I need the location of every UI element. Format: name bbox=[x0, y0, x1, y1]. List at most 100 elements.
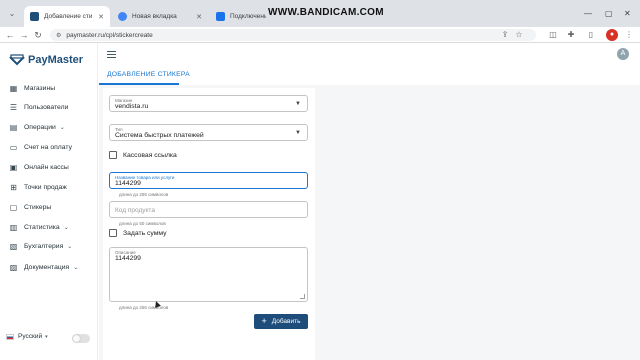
bookmark-star-icon[interactable]: ☆ bbox=[514, 30, 524, 40]
checkbox-box[interactable] bbox=[109, 151, 117, 159]
sidebar-item-online-cash[interactable]: ▣ Онлайн кассы bbox=[9, 161, 69, 173]
product-code-input[interactable]: Код продукта bbox=[109, 201, 308, 218]
tab-search-icon[interactable]: ⌄ bbox=[6, 8, 18, 20]
sidebar-item-stickers[interactable]: ▢ Стикеры bbox=[9, 201, 52, 213]
sidebar-item-accounting[interactable]: ▧ Бухгалтерия ⌄ bbox=[9, 240, 73, 252]
russia-flag-icon bbox=[6, 333, 14, 340]
browser-tab[interactable]: Подключение спо bbox=[210, 6, 272, 27]
page-tab-add-sticker[interactable]: ДОБАВЛЕНИЕ СТИКЕРА bbox=[107, 71, 190, 78]
close-tab-icon[interactable]: ✕ bbox=[98, 13, 104, 21]
sidebar-item-label: Стикеры bbox=[24, 203, 52, 211]
type-select[interactable]: Тип Система быстрых платежей ▼ bbox=[109, 124, 308, 141]
dropdown-arrow-icon: ▼ bbox=[295, 130, 301, 136]
sidebar-item-label: Счет на оплату bbox=[24, 143, 72, 151]
close-window-icon[interactable]: ✕ bbox=[624, 9, 631, 18]
sidebar-item-label: Бухгалтерия bbox=[24, 242, 64, 250]
description-textarea[interactable]: Описание 1144299 bbox=[109, 247, 308, 302]
top-bar: A ДОБАВЛЕНИЕ СТИКЕРА bbox=[99, 43, 640, 85]
sidebar-item-sales-points[interactable]: ⊞ Точки продаж bbox=[9, 181, 67, 193]
sidebar-item-stores[interactable]: ▦ Магазины bbox=[9, 82, 55, 94]
chrome-favicon-icon bbox=[118, 12, 127, 21]
cash-register-icon: ▣ bbox=[9, 162, 18, 172]
bandicam-watermark: WWW.BANDICAM.COM bbox=[268, 7, 384, 18]
menu-icon[interactable] bbox=[107, 51, 116, 58]
chevron-down-icon: ⌄ bbox=[67, 243, 73, 250]
browser-toolbar: ← → ↻ ⚙ paymaster.ru/cpl/stickercreate ⇪… bbox=[0, 27, 640, 43]
sidebar-item-label: Пользователи bbox=[24, 103, 69, 111]
paymaster-logo-icon bbox=[9, 54, 25, 66]
add-button-label: Добавить bbox=[271, 318, 301, 325]
url-text: paymaster.ru/cpl/stickercreate bbox=[66, 31, 153, 39]
docs-favicon-icon bbox=[216, 12, 225, 21]
sidebar-item-label: Операции bbox=[24, 123, 56, 131]
tab-title: Подключение спо bbox=[230, 13, 266, 20]
resize-handle-icon[interactable] bbox=[300, 294, 305, 299]
back-icon[interactable]: ← bbox=[4, 29, 16, 41]
language-label: Русский bbox=[18, 333, 43, 340]
tab-title: Новая вкладка bbox=[132, 13, 177, 20]
store-icon: ▦ bbox=[9, 83, 18, 93]
cash-link-checkbox[interactable]: Кассовая ссылка bbox=[109, 151, 177, 159]
site-info-icon[interactable]: ⚙ bbox=[56, 32, 61, 39]
product-name-helper: длина до 255 символов bbox=[119, 192, 169, 197]
checkbox-box[interactable] bbox=[109, 229, 117, 237]
product-code-placeholder: Код продукта bbox=[115, 207, 155, 214]
docs-icon: ▨ bbox=[9, 262, 18, 272]
sidebar-item-label: Точки продаж bbox=[24, 183, 67, 191]
chevron-down-icon: ⌄ bbox=[59, 124, 65, 131]
paymaster-favicon-icon bbox=[30, 12, 39, 21]
sidebar-item-label: Магазины bbox=[24, 84, 56, 92]
dropdown-arrow-icon: ▼ bbox=[295, 101, 301, 107]
address-bar[interactable]: ⚙ paymaster.ru/cpl/stickercreate bbox=[50, 29, 536, 41]
sticker-form: Магазин vendista.ru ▼ Тип Система быстры… bbox=[103, 88, 315, 360]
theme-toggle[interactable] bbox=[72, 334, 90, 343]
accounting-icon: ▧ bbox=[9, 241, 18, 251]
browser-tab-active[interactable]: Добавление стикера ✕ bbox=[24, 6, 110, 27]
share-icon[interactable]: ⇪ bbox=[500, 30, 510, 40]
app: PayMaster ▦ Магазины ☰ Пользователи ▤ Оп… bbox=[0, 43, 640, 360]
sales-point-icon: ⊞ bbox=[10, 182, 17, 192]
sidebar: PayMaster ▦ Магазины ☰ Пользователи ▤ Оп… bbox=[0, 43, 98, 360]
set-amount-checkbox[interactable]: Задать сумму bbox=[109, 229, 167, 237]
maximize-icon[interactable]: ▢ bbox=[605, 9, 613, 18]
close-tab-icon[interactable]: ✕ bbox=[196, 13, 202, 21]
side-panel-icon[interactable]: ▯ bbox=[586, 30, 596, 40]
browser-tab-strip: ⌄ Добавление стикера ✕ Новая вкладка ✕ П… bbox=[0, 0, 640, 27]
sidebar-item-operations[interactable]: ▤ Операции ⌄ bbox=[9, 121, 65, 133]
set-amount-label: Задать сумму bbox=[123, 229, 167, 237]
sidebar-item-label: Онлайн кассы bbox=[24, 163, 69, 171]
add-button[interactable]: + Добавить bbox=[254, 314, 308, 329]
sidebar-item-label: Документация bbox=[24, 263, 70, 271]
statistics-icon: ▥ bbox=[9, 222, 18, 232]
extensions-puzzle-icon[interactable]: ✚ bbox=[566, 30, 576, 40]
cash-link-label: Кассовая ссылка bbox=[123, 151, 177, 159]
description-value: 1144299 bbox=[115, 255, 141, 262]
sidebar-item-documentation[interactable]: ▨ Документация ⌄ bbox=[9, 261, 79, 273]
sidebar-item-invoice[interactable]: ▭ Счет на оплату bbox=[9, 141, 72, 153]
product-name-input[interactable]: Название товара или услуги 1144299 bbox=[109, 172, 308, 189]
store-value: vendista.ru bbox=[115, 103, 149, 110]
invoice-icon: ▭ bbox=[9, 142, 18, 152]
chevron-down-icon: ⌄ bbox=[63, 224, 69, 231]
browser-tab[interactable]: Новая вкладка ✕ bbox=[112, 6, 208, 27]
users-icon: ☰ bbox=[9, 102, 18, 112]
language-selector[interactable]: Русский ▾ bbox=[6, 333, 48, 340]
minimize-icon[interactable]: — bbox=[584, 9, 592, 18]
profile-avatar-icon[interactable]: ● bbox=[606, 29, 618, 41]
sticker-icon: ▢ bbox=[9, 202, 18, 212]
forward-icon[interactable]: → bbox=[18, 29, 30, 41]
paymaster-logo[interactable]: PayMaster bbox=[9, 54, 83, 66]
type-value: Система быстрых платежей bbox=[115, 132, 204, 139]
sidebar-item-label: Статистика bbox=[24, 223, 60, 231]
extension-icon[interactable]: ◫ bbox=[548, 30, 558, 40]
user-avatar[interactable]: A bbox=[617, 48, 629, 60]
reload-icon[interactable]: ↻ bbox=[32, 29, 44, 41]
chevron-down-icon: ▾ bbox=[45, 333, 48, 340]
main-content: Магазин vendista.ru ▼ Тип Система быстры… bbox=[99, 85, 640, 360]
browser-menu-icon[interactable]: ⋮ bbox=[624, 30, 634, 40]
sidebar-item-statistics[interactable]: ▥ Статистика ⌄ bbox=[9, 221, 69, 233]
store-select[interactable]: Магазин vendista.ru ▼ bbox=[109, 95, 308, 112]
sidebar-item-users[interactable]: ☰ Пользователи bbox=[9, 101, 68, 113]
tab-title: Добавление стикера bbox=[44, 13, 93, 20]
operations-icon: ▤ bbox=[9, 122, 18, 132]
